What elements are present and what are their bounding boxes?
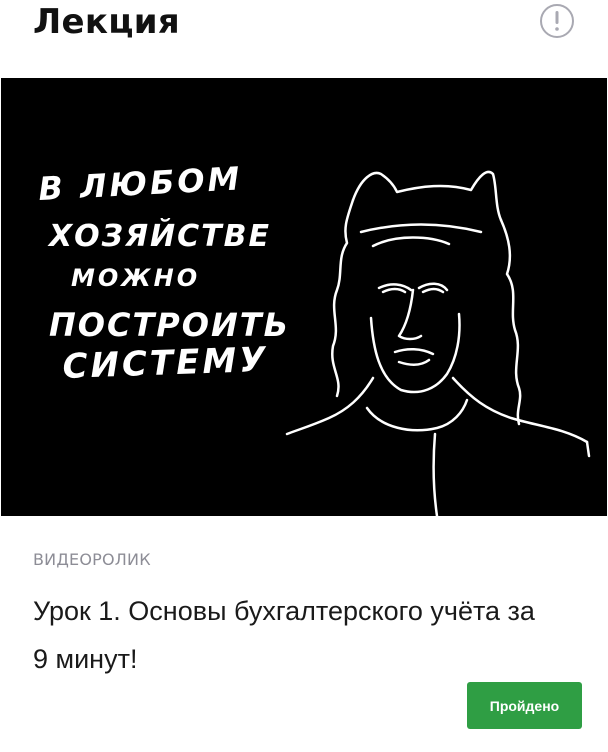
page-title: Лекция <box>33 2 181 42</box>
completed-button[interactable]: Пройдено <box>467 682 582 729</box>
info-button[interactable] <box>540 4 574 38</box>
overlay-line-2: ХОЗЯЙСТВЕ <box>47 218 271 254</box>
overlay-line-5: СИСТЕМУ <box>62 340 269 387</box>
info-circle-icon <box>555 11 559 31</box>
video-player[interactable]: В ЛЮБОМ ХОЗЯЙСТВЕ МОЖНО ПОСТРОИТЬ СИСТЕМ… <box>1 78 607 516</box>
overlay-text: В ЛЮБОМ ХОЗЯЙСТВЕ МОЖНО ПОСТРОИТЬ СИСТЕМ… <box>37 159 290 387</box>
portrait-drawing <box>285 170 591 516</box>
lesson-title: Урок 1. Основы бухгалтерского учёта за 9… <box>33 596 535 674</box>
content-type-label: ВИДЕОРОЛИК <box>33 550 151 569</box>
overlay-line-4: ПОСТРОИТЬ <box>49 306 290 344</box>
video-thumbnail: В ЛЮБОМ ХОЗЯЙСТВЕ МОЖНО ПОСТРОИТЬ СИСТЕМ… <box>37 159 591 516</box>
header: Лекция <box>0 0 608 78</box>
overlay-line-1: В ЛЮБОМ <box>37 159 243 208</box>
overlay-line-3: МОЖНО <box>71 264 200 292</box>
